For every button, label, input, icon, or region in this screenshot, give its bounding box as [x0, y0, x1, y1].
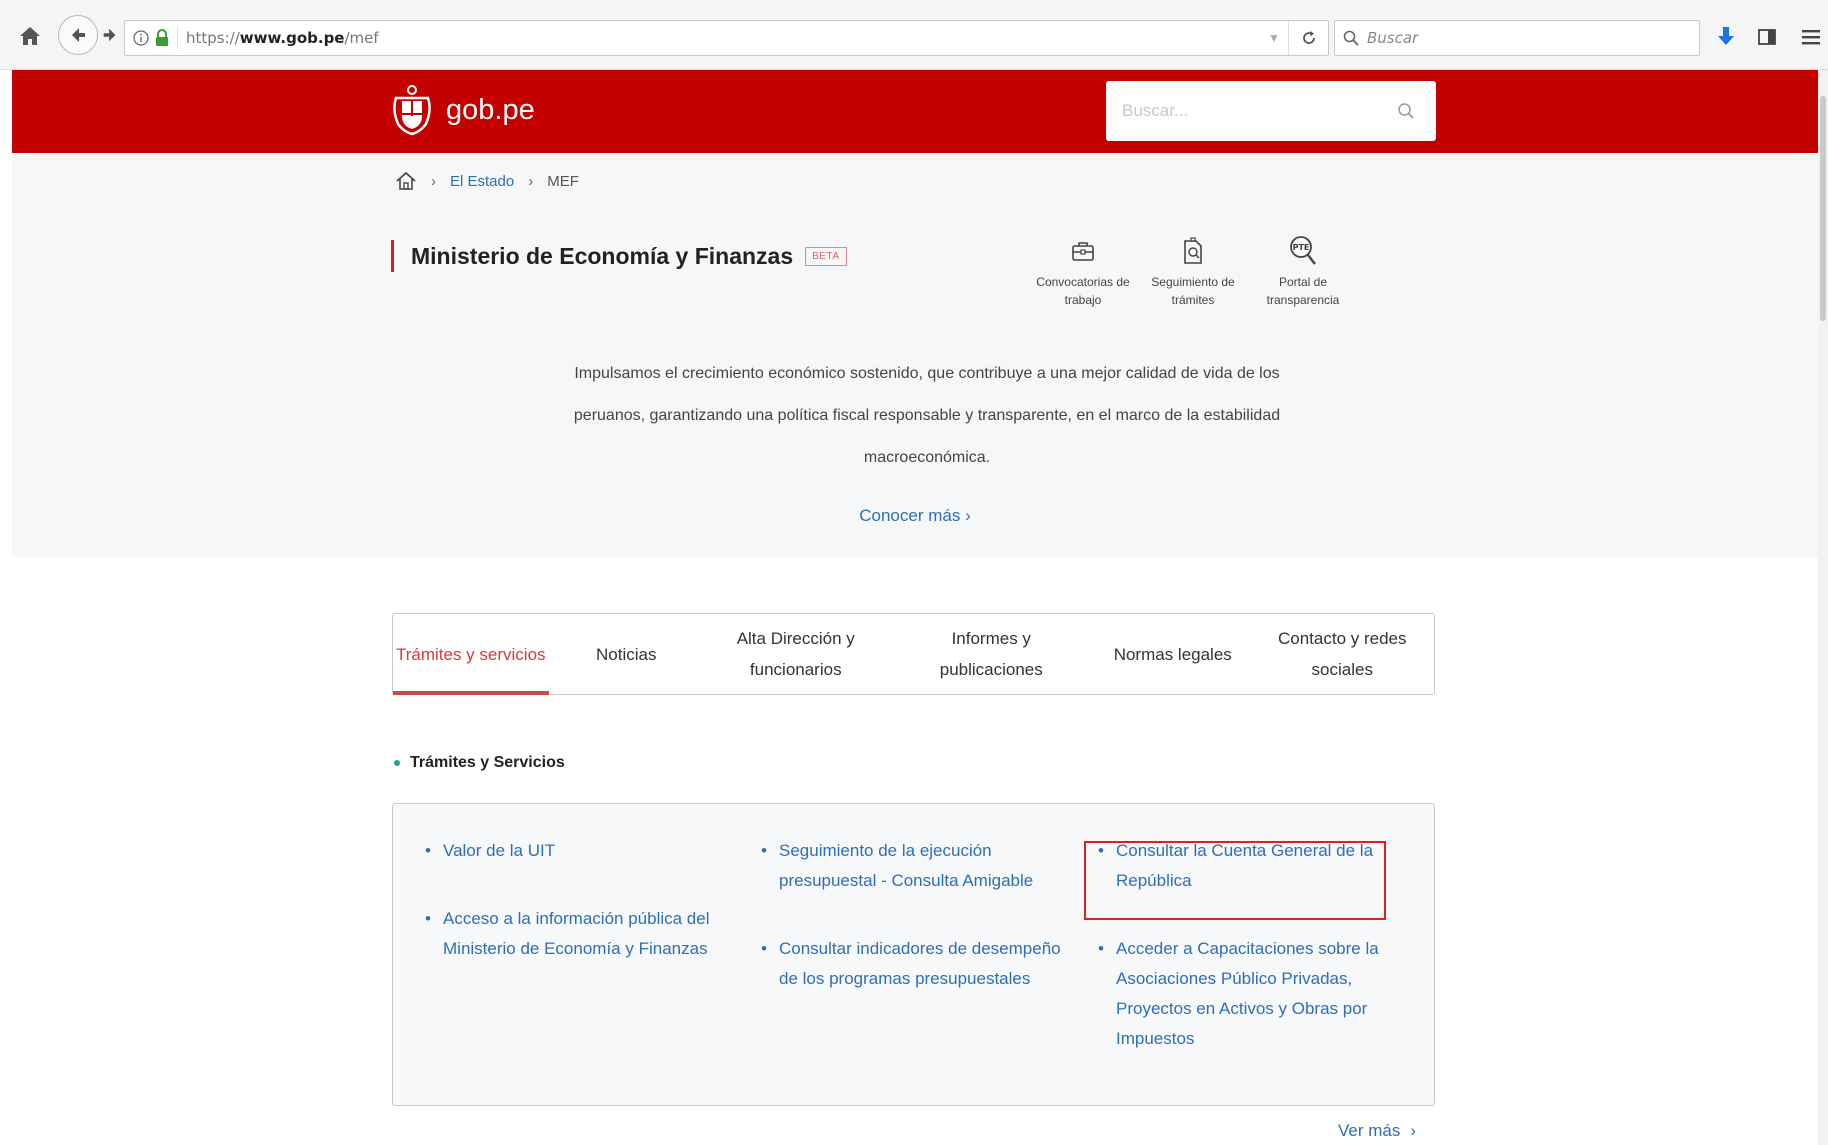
search-icon: [1343, 30, 1359, 46]
reload-button[interactable]: [1288, 21, 1328, 55]
address-bar[interactable]: https://www.gob.pe/mef ▼: [124, 20, 1329, 56]
site-header: gob.pe Buscar...: [12, 70, 1818, 153]
quick-link-seguimiento[interactable]: Seguimiento de trámites: [1138, 233, 1248, 309]
tab-contacto[interactable]: Contacto y redes sociales: [1251, 614, 1435, 694]
page-title: Ministerio de Economía y Finanzas BETA: [391, 238, 847, 274]
back-button[interactable]: [58, 15, 98, 55]
hero-section: › El Estado › MEF Ministerio de Economía…: [12, 153, 1818, 557]
site-search-input[interactable]: Buscar...: [1106, 81, 1436, 141]
forward-button[interactable]: [98, 23, 122, 47]
gob-pe-logo[interactable]: gob.pe: [390, 82, 535, 138]
url-text[interactable]: https://www.gob.pe/mef: [186, 29, 379, 47]
menu-icon[interactable]: [1798, 24, 1824, 50]
mission-text: Impulsamos el crecimiento económico sost…: [573, 365, 1281, 466]
org-name: Ministerio de Economía y Finanzas: [411, 242, 794, 269]
lock-icon: [156, 29, 168, 46]
chevron-right-icon: ›: [528, 172, 534, 190]
browser-toolbar: https://www.gob.pe/mef ▼ Buscar: [0, 0, 1828, 70]
service-link-cuenta-general[interactable]: Consultar la Cuenta General de la Repúbl…: [1098, 836, 1398, 896]
coat-of-arms-icon: [393, 85, 431, 136]
scrollbar-thumb[interactable]: [1820, 96, 1826, 321]
service-link-seguimiento-ejecucion[interactable]: Seguimiento de la ejecución presupuestal…: [761, 836, 1061, 896]
info-icon[interactable]: [133, 30, 149, 46]
browser-search-placeholder: Buscar: [1367, 29, 1419, 47]
reload-icon: [1302, 31, 1315, 44]
breadcrumb: › El Estado › MEF: [395, 167, 579, 195]
arrow-left-icon: [72, 28, 85, 42]
see-more-link[interactable]: Ver más ›: [1338, 1121, 1416, 1141]
tab-informes[interactable]: Informes y publicaciones: [888, 614, 1096, 694]
tab-noticias[interactable]: Noticias: [549, 614, 705, 694]
learn-more-link[interactable]: Conocer más ›: [12, 506, 1818, 526]
tab-alta-direccion[interactable]: Alta Dirección y funcionarios: [704, 614, 888, 694]
quick-link-transparencia[interactable]: PTE Portal de transparencia: [1248, 233, 1358, 309]
page-scrollbar[interactable]: [1818, 70, 1828, 1145]
bullet-dot: [394, 760, 400, 766]
svg-text:PTE: PTE: [1293, 243, 1310, 252]
section-title: Trámites y Servicios: [410, 754, 565, 771]
tab-tramites-servicios[interactable]: Trámites y servicios: [393, 614, 549, 695]
beta-badge: BETA: [805, 246, 847, 266]
chevron-right-icon: ›: [431, 172, 436, 190]
nav-buttons: [58, 15, 126, 55]
home-icon[interactable]: [18, 24, 42, 48]
url-dropdown-icon[interactable]: ▼: [1260, 31, 1288, 45]
transparency-magnifier-icon: PTE: [1288, 233, 1318, 269]
search-icon: [1398, 103, 1414, 119]
section-heading: Trámites y Servicios: [394, 754, 565, 772]
download-icon[interactable]: [1713, 24, 1739, 50]
service-link-acceso-informacion[interactable]: Acceso a la información pública del Mini…: [425, 904, 725, 964]
chevron-right-icon: ›: [1410, 1121, 1417, 1140]
breadcrumb-el-estado[interactable]: El Estado: [450, 173, 514, 190]
browser-search-box[interactable]: Buscar: [1334, 20, 1700, 56]
site-search-button[interactable]: [1376, 81, 1436, 141]
home-breadcrumb-icon[interactable]: [395, 171, 417, 191]
quick-links: Convocatorias de trabajo Seguimiento de …: [1028, 233, 1358, 309]
service-link-indicadores[interactable]: Consultar indicadores de desempeño de lo…: [761, 934, 1061, 994]
breadcrumb-mef: MEF: [547, 172, 579, 190]
sidebar-toggle-icon[interactable]: [1754, 24, 1780, 50]
tab-normas-legales[interactable]: Normas legales: [1095, 614, 1251, 694]
arrow-right-icon: [103, 28, 116, 42]
briefcase-icon: [1068, 233, 1098, 269]
services-card: Valor de la UIT Acceso a la información …: [392, 803, 1435, 1106]
logo-text: gob.pe: [446, 93, 535, 126]
service-link-capacitaciones[interactable]: Acceder a Capacitaciones sobre la Asocia…: [1098, 934, 1398, 1054]
site-search-placeholder: Buscar...: [1122, 101, 1189, 120]
section-tabs: Trámites y servicios Noticias Alta Direc…: [392, 613, 1435, 695]
document-search-icon: [1178, 233, 1208, 269]
service-link-valor-uit[interactable]: Valor de la UIT: [425, 836, 725, 866]
quick-link-convocatorias[interactable]: Convocatorias de trabajo: [1028, 233, 1138, 309]
